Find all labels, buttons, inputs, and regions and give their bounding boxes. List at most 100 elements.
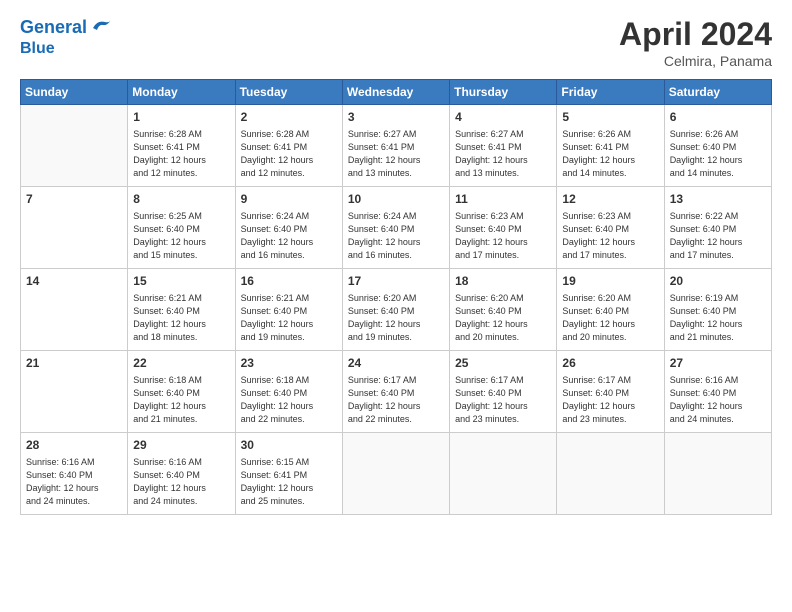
day-number: 30 [241,437,337,454]
calendar-cell: 12 Sunrise: 6:23 AM Sunset: 6:40 PM Dayli… [557,187,664,269]
day-number: 13 [670,191,766,208]
day-info: Sunrise: 6:18 AM Sunset: 6:40 PM Dayligh… [133,374,229,426]
calendar-cell: 23 Sunrise: 6:18 AM Sunset: 6:40 PM Dayli… [235,351,342,433]
day-info: Sunrise: 6:20 AM Sunset: 6:40 PM Dayligh… [455,292,551,344]
day-number: 29 [133,437,229,454]
day-info: Sunrise: 6:24 AM Sunset: 6:40 PM Dayligh… [241,210,337,262]
calendar-cell: 10 Sunrise: 6:24 AM Sunset: 6:40 PM Dayli… [342,187,449,269]
header: General Blue April 2024 Celmira, Panama [20,16,772,69]
day-info: Sunrise: 6:21 AM Sunset: 6:40 PM Dayligh… [133,292,229,344]
calendar-cell: 24 Sunrise: 6:17 AM Sunset: 6:40 PM Dayli… [342,351,449,433]
calendar-cell: 5Sunrise: 6:26 AM Sunset: 6:41 PM Daylig… [557,105,664,187]
calendar-cell: 15 Sunrise: 6:21 AM Sunset: 6:40 PM Dayli… [128,269,235,351]
calendar-cell: 19Sunrise: 6:20 AM Sunset: 6:40 PM Dayli… [557,269,664,351]
header-friday: Friday [557,80,664,105]
calendar: SundayMondayTuesdayWednesdayThursdayFrid… [20,79,772,515]
calendar-cell: 29Sunrise: 6:16 AM Sunset: 6:40 PM Dayli… [128,433,235,515]
header-tuesday: Tuesday [235,80,342,105]
calendar-cell [557,433,664,515]
calendar-cell: 28 Sunrise: 6:16 AM Sunset: 6:40 PM Dayli… [21,433,128,515]
calendar-cell: 21 [21,351,128,433]
day-info: Sunrise: 6:17 AM Sunset: 6:40 PM Dayligh… [348,374,444,426]
day-info: Sunrise: 6:28 AM Sunset: 6:41 PM Dayligh… [133,128,229,180]
calendar-cell [21,105,128,187]
day-number: 12 [562,191,658,208]
day-number: 3 [348,109,444,126]
day-number: 18 [455,273,551,290]
day-number: 2 [241,109,337,126]
day-number: 16 [241,273,337,290]
header-wednesday: Wednesday [342,80,449,105]
day-info: Sunrise: 6:28 AM Sunset: 6:41 PM Dayligh… [241,128,337,180]
logo: General Blue [20,16,113,58]
week-row-1: 1 Sunrise: 6:28 AM Sunset: 6:41 PM Daylig… [21,105,772,187]
day-number: 24 [348,355,444,372]
day-info: Sunrise: 6:25 AM Sunset: 6:40 PM Dayligh… [133,210,229,262]
calendar-cell: 20Sunrise: 6:19 AM Sunset: 6:40 PM Dayli… [664,269,771,351]
calendar-cell: 30 Sunrise: 6:15 AM Sunset: 6:41 PM Dayli… [235,433,342,515]
calendar-cell: 6 Sunrise: 6:26 AM Sunset: 6:40 PM Daylig… [664,105,771,187]
calendar-cell: 7 [21,187,128,269]
day-info: Sunrise: 6:15 AM Sunset: 6:41 PM Dayligh… [241,456,337,508]
calendar-cell [450,433,557,515]
header-monday: Monday [128,80,235,105]
day-number: 25 [455,355,551,372]
day-info: Sunrise: 6:23 AM Sunset: 6:40 PM Dayligh… [562,210,658,262]
title-area: April 2024 Celmira, Panama [619,16,772,69]
day-number: 10 [348,191,444,208]
calendar-cell: 4Sunrise: 6:27 AM Sunset: 6:41 PM Daylig… [450,105,557,187]
calendar-cell [342,433,449,515]
calendar-cell: 13 Sunrise: 6:22 AM Sunset: 6:40 PM Dayli… [664,187,771,269]
day-info: Sunrise: 6:17 AM Sunset: 6:40 PM Dayligh… [562,374,658,426]
calendar-cell: 3Sunrise: 6:27 AM Sunset: 6:41 PM Daylig… [342,105,449,187]
day-number: 14 [26,273,122,290]
day-number: 7 [26,191,122,208]
day-info: Sunrise: 6:20 AM Sunset: 6:40 PM Dayligh… [348,292,444,344]
day-number: 17 [348,273,444,290]
day-info: Sunrise: 6:16 AM Sunset: 6:40 PM Dayligh… [26,456,122,508]
calendar-cell: 2 Sunrise: 6:28 AM Sunset: 6:41 PM Daylig… [235,105,342,187]
day-number: 15 [133,273,229,290]
day-info: Sunrise: 6:18 AM Sunset: 6:40 PM Dayligh… [241,374,337,426]
calendar-cell: 18 Sunrise: 6:20 AM Sunset: 6:40 PM Dayli… [450,269,557,351]
location: Celmira, Panama [619,53,772,69]
day-number: 22 [133,355,229,372]
day-info: Sunrise: 6:19 AM Sunset: 6:40 PM Dayligh… [670,292,766,344]
calendar-cell: 14 [21,269,128,351]
header-thursday: Thursday [450,80,557,105]
day-number: 1 [133,109,229,126]
header-saturday: Saturday [664,80,771,105]
header-sunday: Sunday [21,80,128,105]
calendar-cell: 27Sunrise: 6:16 AM Sunset: 6:40 PM Dayli… [664,351,771,433]
calendar-cell: 11 Sunrise: 6:23 AM Sunset: 6:40 PM Dayli… [450,187,557,269]
day-info: Sunrise: 6:24 AM Sunset: 6:40 PM Dayligh… [348,210,444,262]
calendar-cell: 17 Sunrise: 6:20 AM Sunset: 6:40 PM Dayli… [342,269,449,351]
day-number: 6 [670,109,766,126]
week-row-3: 14 15 Sunrise: 6:21 AM Sunset: 6:40 PM Day… [21,269,772,351]
day-info: Sunrise: 6:17 AM Sunset: 6:40 PM Dayligh… [455,374,551,426]
day-number: 21 [26,355,122,372]
day-number: 11 [455,191,551,208]
week-row-4: 21 22 Sunrise: 6:18 AM Sunset: 6:40 PM Day… [21,351,772,433]
calendar-cell: 1 Sunrise: 6:28 AM Sunset: 6:41 PM Daylig… [128,105,235,187]
calendar-cell: 9Sunrise: 6:24 AM Sunset: 6:40 PM Daylig… [235,187,342,269]
day-info: Sunrise: 6:26 AM Sunset: 6:40 PM Dayligh… [670,128,766,180]
day-info: Sunrise: 6:22 AM Sunset: 6:40 PM Dayligh… [670,210,766,262]
week-row-2: 7 8Sunrise: 6:25 AM Sunset: 6:40 PM Dayli… [21,187,772,269]
day-number: 19 [562,273,658,290]
day-info: Sunrise: 6:21 AM Sunset: 6:40 PM Dayligh… [241,292,337,344]
calendar-cell: 8Sunrise: 6:25 AM Sunset: 6:40 PM Daylig… [128,187,235,269]
page: General Blue April 2024 Celmira, Panama … [0,0,792,612]
day-info: Sunrise: 6:23 AM Sunset: 6:40 PM Dayligh… [455,210,551,262]
calendar-cell: 25 Sunrise: 6:17 AM Sunset: 6:40 PM Dayli… [450,351,557,433]
logo-text: General [20,18,87,38]
week-row-5: 28 Sunrise: 6:16 AM Sunset: 6:40 PM Dayli… [21,433,772,515]
day-number: 28 [26,437,122,454]
day-number: 23 [241,355,337,372]
calendar-cell: 16 Sunrise: 6:21 AM Sunset: 6:40 PM Dayli… [235,269,342,351]
calendar-cell: 22 Sunrise: 6:18 AM Sunset: 6:40 PM Dayli… [128,351,235,433]
logo-subtext: Blue [20,40,113,58]
day-info: Sunrise: 6:16 AM Sunset: 6:40 PM Dayligh… [670,374,766,426]
day-number: 4 [455,109,551,126]
logo-bird-icon [89,16,113,40]
